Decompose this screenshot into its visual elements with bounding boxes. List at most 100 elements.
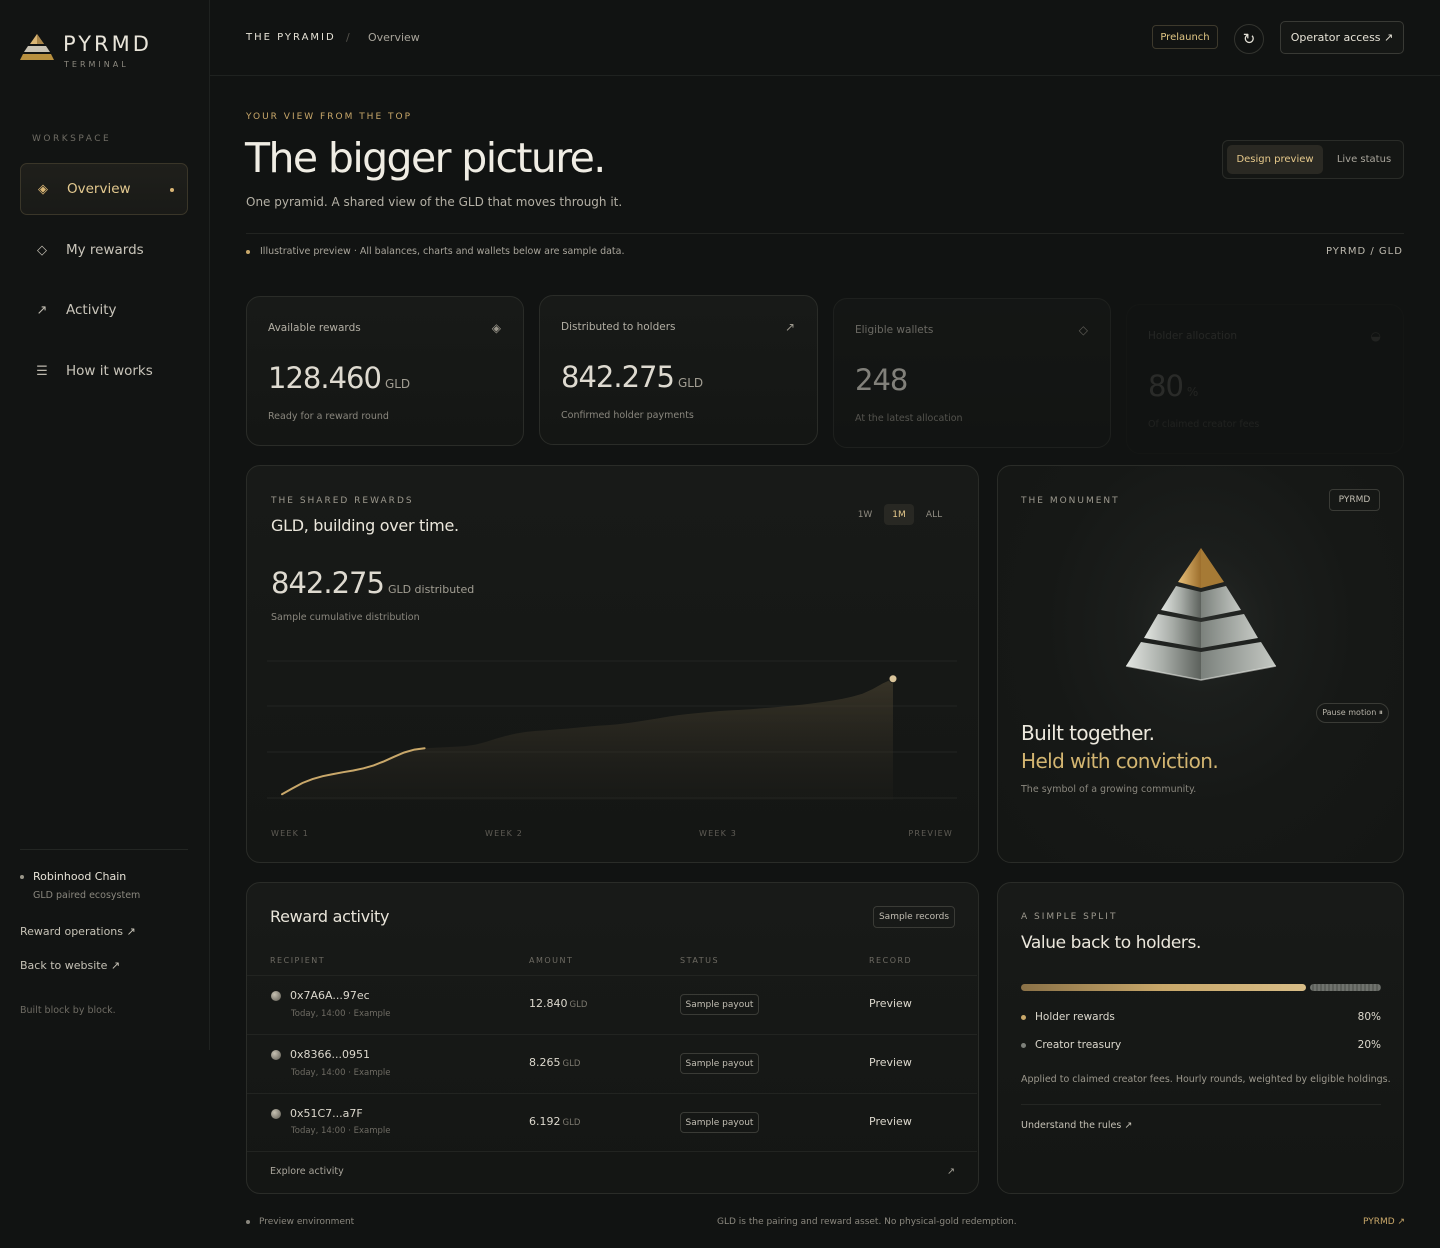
brand-logo[interactable]: PYRMD TERMINAL (20, 32, 152, 69)
split-value: 80% (1357, 1011, 1381, 1023)
stat-value: 128.460 GLD (268, 361, 411, 395)
pair-label: PYRMD / GLD (1326, 246, 1403, 257)
stat-label: Holder allocation (1148, 330, 1238, 342)
split-row-creator-treasury: Creator treasury 20% (1021, 1039, 1381, 1051)
diamond-icon: ◈ (491, 321, 501, 335)
area-fill (282, 678, 893, 800)
recipient-meta: Today, 14:00 · Example (291, 1126, 391, 1136)
sidebar-item-label: My rewards (66, 242, 144, 258)
sidebar-divider (20, 849, 188, 850)
monument-card: THE MONUMENT PYRMD Pause motion ⏸ Built … (997, 465, 1404, 863)
brand-name: PYRMD (63, 32, 152, 56)
design-preview-toggle[interactable]: Design preview (1227, 145, 1323, 174)
status-badge: Sample payout (680, 1053, 759, 1074)
stat-value: 248 (855, 363, 908, 397)
table-divider (247, 1093, 977, 1094)
table-divider (247, 1151, 977, 1152)
operator-access-button[interactable]: Operator access ↗ (1280, 21, 1404, 54)
prelaunch-badge[interactable]: Prelaunch (1152, 25, 1218, 49)
refresh-button[interactable]: ↻ (1234, 24, 1264, 54)
breadcrumb-separator: / (346, 31, 350, 44)
stat-sub: At the latest allocation (855, 413, 963, 424)
recipient-meta: Today, 14:00 · Example (291, 1009, 391, 1019)
stat-card-available-rewards: Available rewards ◈ 128.460 GLD Ready for… (246, 296, 524, 446)
simple-split-card: A SIMPLE SPLIT Value back to holders. Ho… (997, 882, 1404, 1194)
wallet-avatar (271, 1109, 281, 1119)
hero-lede: One pyramid. A shared view of the GLD th… (246, 195, 623, 209)
sidebar: PYRMD TERMINAL WORKSPACE ◈ Overview ◇ My… (0, 0, 210, 1050)
reward-operations-link[interactable]: Reward operations ↗ (20, 925, 136, 938)
workspace-label: WORKSPACE (32, 134, 112, 144)
chain-info: Robinhood Chain GLD paired ecosystem (20, 870, 140, 901)
sidebar-item-my-rewards[interactable]: ◇ My rewards (20, 224, 188, 276)
monument-line-2: Held with conviction. (1021, 749, 1219, 773)
record-link[interactable]: Preview (869, 1056, 912, 1069)
stat-sub: Of claimed creator fees (1148, 419, 1260, 430)
wallet-avatar (271, 991, 281, 1001)
table-divider (247, 975, 977, 976)
split-title: Value back to holders. (1021, 933, 1201, 953)
recipient-meta: Today, 14:00 · Example (291, 1068, 391, 1078)
stat-sub: Ready for a reward round (268, 411, 389, 422)
stat-card-distributed: Distributed to holders ↗ 842.275 GLD Conf… (539, 295, 818, 445)
shared-rewards-card: THE SHARED REWARDS GLD, building over ti… (246, 465, 979, 863)
col-header-record: RECORD (869, 956, 913, 965)
amount: 6.192 GLD (529, 1115, 581, 1128)
creator-treasury-bar (1310, 984, 1381, 991)
footer-brand-link[interactable]: PYRMD ↗ (1363, 1217, 1405, 1227)
sidebar-item-overview[interactable]: ◈ Overview (20, 163, 188, 215)
half-circle-icon: ◒ (1370, 329, 1381, 343)
stat-value: 842.275 GLD (561, 360, 704, 394)
x-tick-label: WEEK 3 (699, 829, 737, 838)
wallet-avatar (271, 1050, 281, 1060)
distribution-chart: WEEK 1 WEEK 2 WEEK 3 PREVIEW (267, 660, 957, 838)
footer-disclaimer: GLD is the pairing and reward asset. No … (717, 1217, 1017, 1227)
monument-sub: The symbol of a growing community. (1021, 784, 1197, 795)
active-dot (170, 188, 174, 192)
monument-line-1: Built together. (1021, 721, 1155, 745)
sample-records-badge: Sample records (873, 906, 955, 928)
stat-sub: Confirmed holder payments (561, 410, 694, 421)
pyramid-logo-icon (20, 34, 54, 60)
sidebar-item-activity[interactable]: ↗ Activity (20, 284, 188, 336)
preview-notice: Illustrative preview · All balances, cha… (246, 246, 625, 257)
split-note: Applied to claimed creator fees. Hourly … (1021, 1074, 1391, 1085)
pyramid-monument-icon (1106, 528, 1296, 718)
split-divider (1021, 1104, 1381, 1105)
monument-tag: PYRMD (1329, 489, 1380, 511)
arrow-up-right-icon[interactable]: ↗ (947, 1166, 955, 1177)
split-eyebrow: A SIMPLE SPLIT (1021, 912, 1118, 922)
sidebar-item-how-it-works[interactable]: ☰ How it works (20, 345, 188, 397)
breadcrumb-root[interactable]: THE PYRAMID (246, 32, 336, 43)
notice-divider (246, 233, 1404, 234)
brand-sub: TERMINAL (64, 60, 129, 69)
monument-eyebrow: THE MONUMENT (1021, 496, 1120, 506)
topbar: THE PYRAMID / Overview Prelaunch ↻ Opera… (210, 0, 1440, 76)
split-label: Creator treasury (1021, 1039, 1121, 1051)
stat-card-eligible-wallets: Eligible wallets ◇ 248 At the latest all… (833, 298, 1111, 448)
record-link[interactable]: Preview (869, 1115, 912, 1128)
recipient-address: 0x51C7...a7F (290, 1107, 363, 1120)
x-tick-label: WEEK 2 (485, 829, 523, 838)
breadcrumb-current: Overview (368, 31, 420, 44)
activity-title: Reward activity (270, 907, 390, 926)
table-divider (247, 1034, 977, 1035)
live-status-toggle[interactable]: Live status (1327, 145, 1401, 174)
col-header-recipient: RECIPIENT (270, 956, 326, 965)
recipient-address: 0x7A6A...97ec (290, 989, 370, 1002)
menu-lines-icon: ☰ (36, 363, 48, 379)
x-tick-label: PREVIEW (908, 829, 953, 838)
stat-label: Eligible wallets (855, 324, 934, 336)
back-to-website-link[interactable]: Back to website ↗ (20, 959, 120, 972)
stat-card-holder-allocation: Holder allocation ◒ 80% Of claimed creat… (1126, 304, 1404, 454)
sidebar-item-label: Activity (66, 302, 117, 318)
understand-rules-link[interactable]: Understand the rules ↗ (1021, 1120, 1132, 1131)
pause-motion-button[interactable]: Pause motion ⏸ (1316, 703, 1389, 723)
col-header-amount: AMOUNT (529, 956, 574, 965)
stat-label: Distributed to holders (561, 321, 676, 333)
holder-rewards-bar (1021, 984, 1306, 991)
record-link[interactable]: Preview (869, 997, 912, 1010)
explore-activity-link[interactable]: Explore activity (270, 1166, 344, 1177)
hero-eyebrow: YOUR VIEW FROM THE TOP (246, 112, 413, 122)
recipient-address: 0x8366...0951 (290, 1048, 370, 1061)
